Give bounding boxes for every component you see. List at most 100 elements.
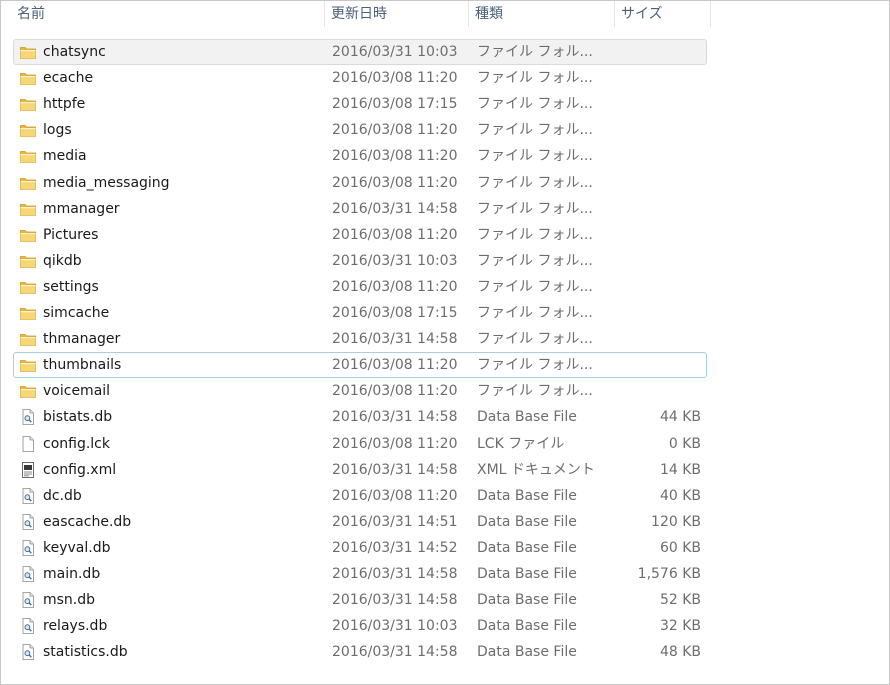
folder-icon [19,44,37,60]
file-row[interactable]: msn.db 2016/03/31 14:58 Data Base File 52 K… [13,587,707,613]
folder-icon [19,96,37,112]
column-header-type[interactable]: 種類 [469,1,615,27]
file-type: ファイル フォル... [477,331,593,348]
file-date-modified: 2016/03/31 14:58 [332,644,458,661]
file-type: ファイル フォル... [477,200,593,217]
file-row[interactable]: config.xml 2016/03/31 14:58 XML ドキュメント 14 K… [13,457,707,483]
file-row[interactable]: media 2016/03/08 11:20 ファイル フォル... [13,143,707,169]
database-file-icon [19,409,37,426]
database-file-icon [19,566,37,582]
file-name: qikdb [43,252,82,269]
file-name: dc.db [43,487,82,504]
folder-icon [19,70,37,86]
file-row[interactable]: bistats.db 2016/03/31 14:58 Data Base File… [13,404,707,430]
file-row[interactable]: statistics.db 2016/03/31 14:58 Data Base F… [13,639,707,665]
file-size: 14 KB [659,461,701,478]
file-size: 48 KB [659,644,701,661]
file-name: thumbnails [43,357,122,374]
file-row[interactable]: main.db 2016/03/31 14:58 Data Base File 1,5… [13,561,707,587]
file-date-modified: 2016/03/31 14:58 [332,461,458,478]
file-name: simcache [43,305,110,321]
file-row[interactable]: eascache.db 2016/03/31 14:51 Data Base Fil… [13,509,707,535]
file-name: keyval.db [43,539,111,556]
file-row[interactable]: thumbnails 2016/03/08 11:20 ファイル フォル... [13,352,707,379]
folder-icon [19,305,37,321]
file-type: Data Base File [477,487,577,504]
file-name: voicemail [43,383,111,400]
file-row[interactable]: logs 2016/03/08 11:20 ファイル フォル... [13,117,707,143]
file-date-modified: 2016/03/08 11:20 [332,174,458,191]
file-date-modified: 2016/03/31 14:58 [332,566,458,582]
file-size: 44 KB [659,409,701,426]
xml-file-icon [19,461,37,478]
file-date-modified: 2016/03/08 11:20 [332,278,458,295]
file-date-modified: 2016/03/08 11:20 [332,487,458,504]
file-date-modified: 2016/03/31 14:58 [332,200,458,217]
folder-icon [19,148,37,164]
file-row[interactable]: voicemail 2016/03/08 11:20 ファイル フォル... [13,378,707,404]
file-date-modified: 2016/03/08 11:20 [332,383,458,400]
folder-icon [19,253,37,269]
file-row[interactable]: media_messaging 2016/03/08 11:20 ファイル フォル.… [13,170,707,196]
file-name: logs [43,122,72,139]
column-header-bar: 名前 更新日時 種類 サイズ [1,1,713,27]
file-date-modified: 2016/03/31 10:03 [332,44,458,60]
file-row[interactable]: mmanager 2016/03/31 14:58 ファイル フォル... [13,196,707,222]
file-row[interactable]: relays.db 2016/03/31 10:03 Data Base File 3… [13,613,707,639]
file-name: eascache.db [43,513,132,530]
file-row[interactable]: Pictures 2016/03/08 11:20 ファイル フォル... [13,222,707,248]
file-type: Data Base File [477,592,577,609]
column-header-name[interactable]: 名前 [11,1,325,27]
file-size: 32 KB [659,618,701,635]
file-type: ファイル フォル... [477,174,593,191]
folder-icon [19,122,37,138]
folder-icon [19,357,37,373]
file-name: bistats.db [43,409,113,426]
file-date-modified: 2016/03/08 11:20 [332,435,458,452]
file-name: msn.db [43,592,96,609]
database-file-icon [19,539,37,556]
file-row[interactable]: thmanager 2016/03/31 14:58 ファイル フォル... [13,326,707,352]
file-type: XML ドキュメント [477,461,595,478]
file-row[interactable]: keyval.db 2016/03/31 14:52 Data Base File 6… [13,535,707,561]
file-date-modified: 2016/03/08 17:15 [332,96,458,113]
column-header-size[interactable]: サイズ [615,1,711,27]
folder-icon [19,383,37,399]
file-date-modified: 2016/03/31 10:03 [332,252,458,269]
file-row[interactable]: chatsync 2016/03/31 10:03 ファイル フォル... [13,39,707,65]
file-name: media_messaging [43,174,170,191]
folder-icon [19,331,37,347]
database-file-icon [19,592,37,608]
file-name: settings [43,278,99,295]
file-type: LCK ファイル [477,435,565,452]
file-date-modified: 2016/03/31 10:03 [332,618,458,635]
file-name: mmanager [43,200,120,217]
file-row[interactable]: qikdb 2016/03/31 10:03 ファイル フォル... [13,248,707,274]
file-type: ファイル フォル... [477,226,593,243]
file-type: ファイル フォル... [477,122,593,139]
file-row[interactable]: simcache 2016/03/08 17:15 ファイル フォル... [13,300,707,326]
file-explorer-window: 名前 更新日時 種類 サイズ chatsync 2016/03/31 10:03 フ… [0,0,890,685]
file-row[interactable]: httpfe 2016/03/08 17:15 ファイル フォル... [13,91,707,117]
file-type: ファイル フォル... [477,278,593,295]
file-date-modified: 2016/03/08 11:20 [332,122,458,139]
file-row[interactable]: config.lck 2016/03/08 11:20 LCK ファイル 0 KB [13,431,707,457]
file-row[interactable]: dc.db 2016/03/08 11:20 Data Base File 40 KB [13,483,707,509]
file-name: Pictures [43,226,99,243]
file-size: 0 KB [668,435,701,452]
file-date-modified: 2016/03/31 14:52 [332,539,458,556]
file-type: Data Base File [477,409,577,426]
folder-icon [19,279,37,295]
file-date-modified: 2016/03/31 14:58 [332,331,458,348]
file-type: ファイル フォル... [477,70,593,87]
column-header-date[interactable]: 更新日時 [325,1,469,27]
database-file-icon [19,487,37,504]
file-type: ファイル フォル... [477,44,593,60]
folder-icon [19,201,37,217]
file-name: media [43,148,87,165]
file-size: 1,576 KB [637,566,701,582]
file-row[interactable]: settings 2016/03/08 11:20 ファイル フォル... [13,274,707,300]
file-date-modified: 2016/03/08 11:20 [332,357,458,374]
file-name: config.lck [43,435,110,452]
file-row[interactable]: ecache 2016/03/08 11:20 ファイル フォル... [13,65,707,91]
